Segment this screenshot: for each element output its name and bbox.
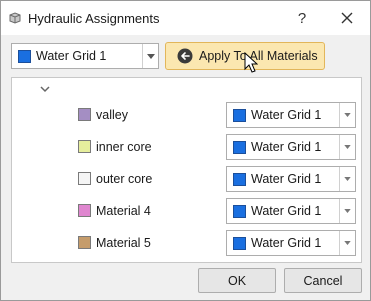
material-name: inner core [96, 140, 152, 154]
mouse-pointer-icon [244, 52, 258, 73]
material-row: Material 5 Water Grid 1 [12, 230, 361, 256]
chevron-down-icon [344, 177, 351, 181]
chevron-down-icon [344, 241, 351, 245]
material-name: outer core [96, 172, 153, 186]
ok-button-label: OK [227, 273, 247, 288]
grid-select-arrow[interactable] [142, 44, 158, 68]
material-grid-arrow[interactable] [339, 231, 355, 255]
chevron-down-icon [344, 209, 351, 213]
help-button[interactable]: ? [284, 5, 320, 31]
material-grid-value: Water Grid 1 [251, 236, 322, 250]
chevron-down-icon [344, 145, 351, 149]
material-grid-value: Water Grid 1 [251, 140, 322, 154]
material-row: valley Water Grid 1 [12, 102, 361, 128]
material-grid-arrow[interactable] [339, 135, 355, 159]
chevron-down-icon [344, 113, 351, 117]
material-grid-select[interactable]: Water Grid 1 [226, 166, 356, 192]
material-grid-arrow[interactable] [339, 103, 355, 127]
material-grid-select[interactable]: Water Grid 1 [226, 102, 356, 128]
material-color-swatch [78, 140, 91, 153]
grid-select[interactable]: Water Grid 1 [11, 43, 159, 69]
apply-button-label: Apply To All Materials [199, 49, 318, 63]
material-row: inner core Water Grid 1 [12, 134, 361, 160]
arrow-left-circle-icon [177, 48, 193, 64]
material-row: outer core Water Grid 1 [12, 166, 361, 192]
material-grid-arrow[interactable] [339, 199, 355, 223]
hydraulic-assignments-dialog: Hydraulic Assignments ? Water Grid 1 App… [0, 0, 371, 301]
material-color-swatch [78, 236, 91, 249]
material-color-swatch [78, 204, 91, 217]
material-row: Material 4 Water Grid 1 [12, 198, 361, 224]
chevron-down-icon [146, 53, 155, 59]
grid-color-swatch [18, 49, 31, 63]
cancel-button-label: Cancel [303, 273, 343, 288]
grid-color-swatch [233, 172, 246, 186]
material-grid-value: Water Grid 1 [251, 108, 322, 122]
grid-color-swatch [233, 236, 246, 250]
cancel-button[interactable]: Cancel [284, 268, 362, 293]
material-color-swatch [78, 108, 91, 121]
dialog-title: Hydraulic Assignments [28, 11, 160, 26]
material-name: valley [96, 108, 128, 122]
material-grid-select[interactable]: Water Grid 1 [226, 198, 356, 224]
grid-color-swatch [233, 108, 246, 122]
hydraulic-app-icon [9, 12, 21, 24]
grid-select-value: Water Grid 1 [36, 49, 107, 63]
grid-color-swatch [233, 140, 246, 154]
chevron-down-icon[interactable] [40, 84, 50, 94]
close-icon [341, 12, 353, 24]
material-grid-value: Water Grid 1 [251, 172, 322, 186]
help-label: ? [297, 9, 307, 27]
material-color-swatch [78, 172, 91, 185]
grid-color-swatch [233, 204, 246, 218]
material-name: Material 4 [96, 204, 151, 218]
material-grid-value: Water Grid 1 [251, 204, 322, 218]
material-assignment-list: valley Water Grid 1 inner core Water Gri… [11, 77, 362, 263]
title-bar: Hydraulic Assignments ? [1, 1, 370, 35]
material-grid-select[interactable]: Water Grid 1 [226, 230, 356, 256]
ok-button[interactable]: OK [198, 268, 276, 293]
material-grid-select[interactable]: Water Grid 1 [226, 134, 356, 160]
close-button[interactable] [329, 5, 365, 31]
material-name: Material 5 [96, 236, 151, 250]
material-grid-arrow[interactable] [339, 167, 355, 191]
